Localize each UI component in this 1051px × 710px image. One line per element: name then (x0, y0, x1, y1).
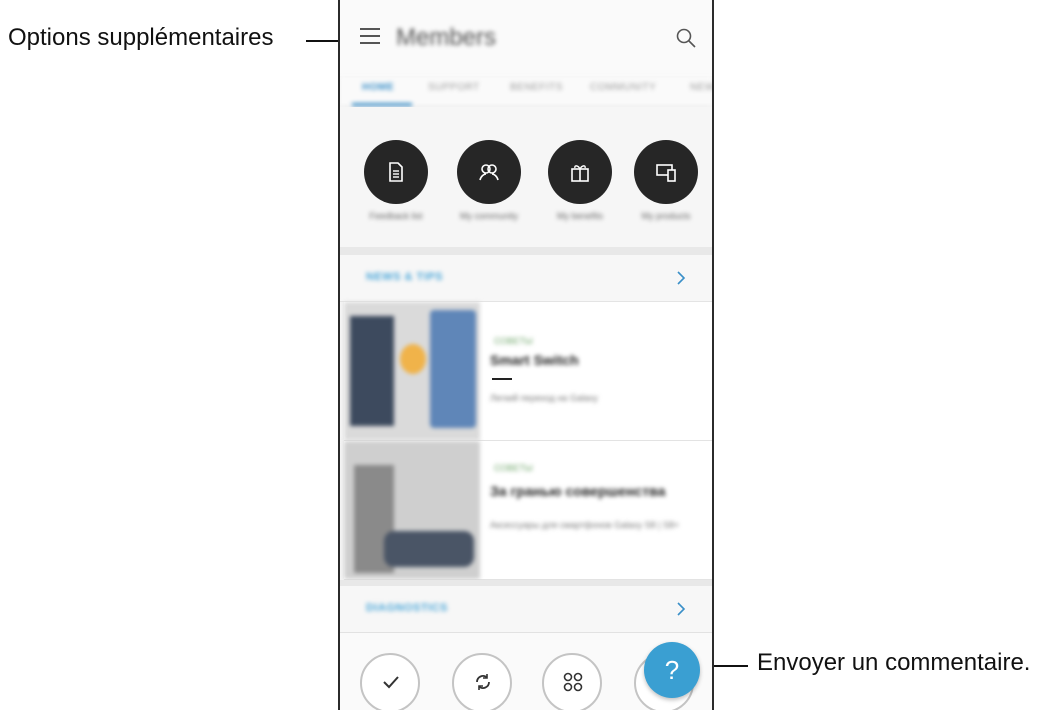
quick-label-products: My products (641, 211, 691, 221)
question-icon: ? (664, 655, 680, 685)
quick-label-feedback: Feedback list (369, 211, 423, 221)
my-products-button[interactable] (634, 140, 698, 204)
callout-menu-label: Options supplémentaires (8, 24, 274, 51)
gift-icon (571, 165, 589, 182)
diagnostics-header[interactable]: DIAGNOSTICS (340, 586, 712, 633)
chevron-right-icon[interactable] (676, 602, 686, 616)
chevron-right-icon[interactable] (676, 271, 686, 285)
my-benefits-button[interactable] (548, 140, 612, 204)
document-icon (389, 162, 403, 182)
card-description: Легкий переход на Galaxy (490, 393, 598, 403)
card-tag: СОВЕТЫ (494, 463, 533, 473)
search-icon[interactable] (674, 26, 698, 50)
tab-home[interactable]: HOME (362, 82, 394, 93)
apps-button[interactable] (542, 653, 602, 710)
quick-actions (340, 107, 712, 247)
tab-new[interactable]: NEW (690, 82, 712, 93)
app-title: Members (396, 24, 497, 51)
card-title: Smart Switch (490, 352, 579, 368)
refresh-icon (476, 674, 490, 690)
refresh-button[interactable] (452, 653, 512, 710)
news-card[interactable]: СОВЕТЫ Smart Switch Легкий переход на Ga… (344, 302, 712, 441)
diagnostics-title: DIAGNOSTICS (366, 602, 448, 614)
news-header[interactable]: NEWS & TIPS (340, 255, 712, 302)
devices-icon (656, 164, 676, 182)
tab-indicator (352, 103, 412, 106)
section-divider (340, 247, 712, 255)
tab-support[interactable]: SUPPORT (428, 82, 480, 93)
tab-benefits[interactable]: BENEFITS (510, 82, 563, 93)
tab-bar: HOME SUPPORT BENEFITS COMMUNITY NEW (340, 76, 712, 107)
tab-community[interactable]: COMMUNITY (590, 82, 656, 93)
card-image (344, 302, 480, 440)
news-title: NEWS & TIPS (366, 271, 444, 283)
app-bar: Members (340, 0, 712, 76)
my-community-button[interactable] (457, 140, 521, 204)
send-feedback-button[interactable]: ? (644, 642, 700, 698)
quick-label-benefits: My benefits (556, 211, 604, 221)
apps-icon (563, 672, 583, 692)
quick-label-community: My community (459, 211, 518, 221)
card-description: Аксессуары для смартфонов Galaxy S8 | S8… (490, 520, 680, 530)
feedback-list-button[interactable] (364, 140, 428, 204)
community-icon (479, 164, 499, 181)
card-title-underline (492, 378, 512, 380)
check-button[interactable] (360, 653, 420, 710)
card-tag: СОВЕТЫ (494, 336, 533, 346)
menu-icon[interactable] (360, 28, 380, 48)
card-title: За гранью совершенства (490, 483, 666, 499)
callout-feedback-label: Envoyer un commentaire. (757, 649, 1031, 676)
phone-screen: Members HOME SUPPORT BENEFITS COMMUNITY … (338, 0, 714, 710)
news-card[interactable]: СОВЕТЫ За гранью совершенства Аксессуары… (344, 441, 712, 580)
card-image (344, 441, 480, 579)
check-icon (383, 676, 399, 689)
